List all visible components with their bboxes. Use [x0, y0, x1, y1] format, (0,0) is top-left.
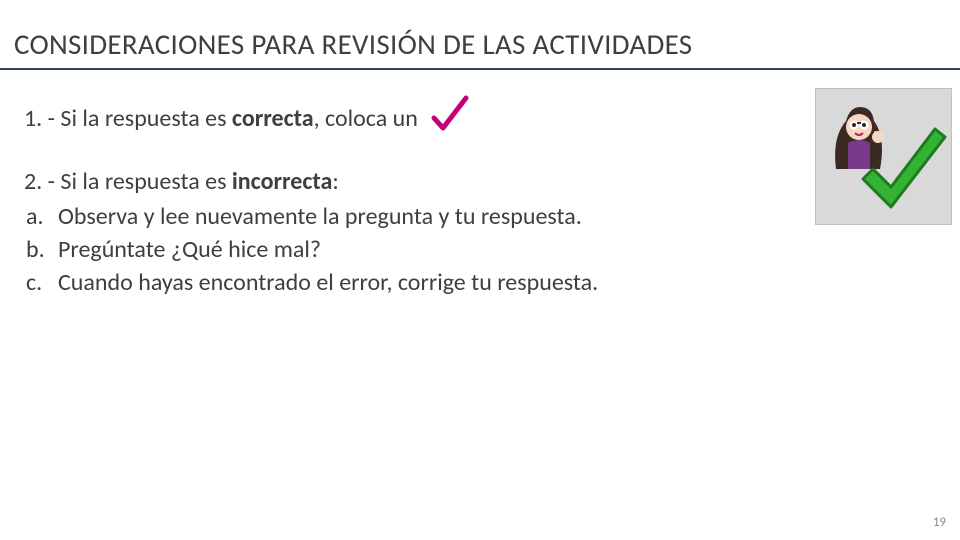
- sub-c-text: Cuando hayas encontrado el error, corrig…: [58, 266, 598, 299]
- sub-c-label: c.: [24, 266, 58, 299]
- check-large-icon: [849, 117, 952, 225]
- item-1-prefix: 1. - Si la respuesta es: [24, 104, 232, 133]
- page-number: 19: [933, 515, 946, 530]
- sub-item-b: b. Pregúntate ¿Qué hice mal?: [24, 233, 960, 266]
- sub-a-label: a.: [24, 200, 58, 233]
- sub-b-text: Pregúntate ¿Qué hice mal?: [58, 233, 321, 266]
- sub-a-text: Observa y lee nuevamente la pregunta y t…: [58, 200, 582, 233]
- check-icon: [429, 92, 471, 145]
- sub-item-c: c. Cuando hayas encontrado el error, cor…: [24, 266, 960, 299]
- item-1-suffix: , coloca un: [314, 104, 418, 133]
- illustration: [815, 88, 952, 225]
- slide-title: CONSIDERACIONES PARA REVISIÓN DE LAS ACT…: [0, 0, 960, 68]
- item-2-bold: incorrecta: [232, 167, 332, 196]
- sub-b-label: b.: [24, 233, 58, 266]
- item-2-prefix: 2. - Si la respuesta es: [24, 167, 232, 196]
- item-1-bold: correcta: [232, 104, 314, 133]
- item-2-suffix: :: [332, 167, 338, 196]
